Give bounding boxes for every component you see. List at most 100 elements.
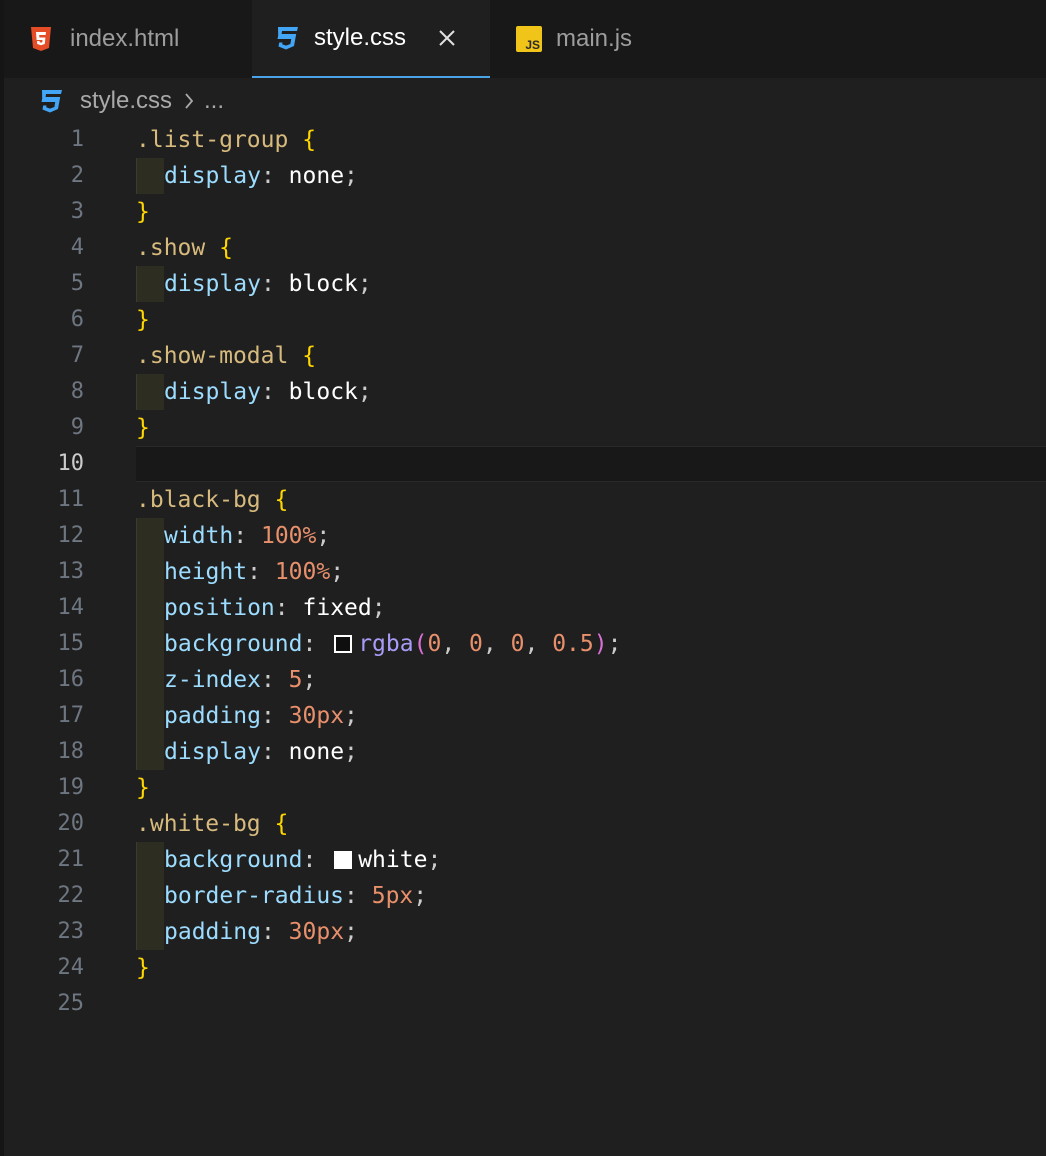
code-line[interactable]: 2 display: none; <box>4 158 1046 194</box>
code-line[interactable]: 11 .black-bg { <box>4 482 1046 518</box>
line-number: 12 <box>57 523 85 548</box>
tab-index-html[interactable]: index.html <box>4 0 252 78</box>
code-text: z-index: 5; <box>136 662 316 698</box>
code-text: display: none; <box>136 734 358 770</box>
line-number: 21 <box>57 847 85 872</box>
tab-label: style.css <box>314 24 407 51</box>
code-line[interactable]: 4 .show { <box>4 230 1046 266</box>
line-number: 17 <box>57 703 85 728</box>
css3-icon <box>41 90 62 113</box>
code-line[interactable]: 10 <box>4 446 1046 482</box>
line-number: 24 <box>57 955 85 980</box>
indent-guide <box>136 554 164 590</box>
code-line[interactable]: 22 border-radius: 5px; <box>4 878 1046 914</box>
code-line[interactable]: 9} <box>4 410 1046 446</box>
code-line[interactable]: 7 .show-modal { <box>4 338 1046 374</box>
line-number: 11 <box>57 487 85 512</box>
line-number: 3 <box>70 199 84 224</box>
code-text: padding: 30px; <box>136 914 358 950</box>
code-line[interactable]: 3} <box>4 194 1046 230</box>
code-line[interactable]: 18 display: none; <box>4 734 1046 770</box>
code-text: background: rgba(0, 0, 0, 0.5); <box>136 626 621 662</box>
code-line[interactable]: 1 .list-group { <box>4 122 1046 158</box>
indent-guide <box>136 518 164 554</box>
code-text: .black-bg { <box>136 487 289 513</box>
line-number: 18 <box>57 739 85 764</box>
line-number: 25 <box>57 991 85 1016</box>
line-number: 5 <box>70 271 84 296</box>
editor-window: index.html style.css JS main.js style.cs… <box>0 0 1046 1156</box>
indent-guide <box>136 734 164 770</box>
line-number: 9 <box>70 415 84 440</box>
code-text: width: 100%; <box>136 518 330 554</box>
line-number: 19 <box>57 775 85 800</box>
code-text: .white-bg { <box>136 811 289 837</box>
code-line[interactable]: 12 width: 100%; <box>4 518 1046 554</box>
code-text: .list-group { <box>136 127 317 153</box>
line-number: 23 <box>57 919 85 944</box>
color-swatch[interactable] <box>334 635 353 653</box>
line-number: 15 <box>57 631 85 656</box>
line-number: 1 <box>70 127 84 152</box>
tab-style-css[interactable]: style.css <box>252 0 490 78</box>
chevron-right-icon <box>185 93 194 109</box>
code-text: .show { <box>136 235 233 261</box>
breadcrumb-ellipsis[interactable]: ... <box>204 87 224 115</box>
line-number: 7 <box>70 343 84 368</box>
code-text: .show-modal { <box>136 343 317 369</box>
indent-guide <box>136 662 164 698</box>
indent-guide <box>136 698 164 734</box>
code-line[interactable]: 21 background: white; <box>4 842 1046 878</box>
code-text: } <box>136 415 150 441</box>
code-text: background: white; <box>136 842 441 878</box>
line-number: 14 <box>57 595 85 620</box>
line-number: 6 <box>70 307 84 332</box>
code-text: padding: 30px; <box>136 698 358 734</box>
breadcrumb-file[interactable]: style.css <box>80 87 172 115</box>
code-line[interactable]: 5 display: block; <box>4 266 1046 302</box>
code-text: height: 100%; <box>136 554 344 590</box>
code-line[interactable]: 23 padding: 30px; <box>4 914 1046 950</box>
html5-icon <box>31 27 51 51</box>
code-line[interactable]: 25 <box>4 986 1046 1022</box>
indent-guide <box>136 590 164 626</box>
code-text: display: block; <box>136 374 372 410</box>
line-number: 10 <box>57 451 85 476</box>
tab-label: main.js <box>556 25 633 52</box>
code-line[interactable]: 20 .white-bg { <box>4 806 1046 842</box>
color-swatch[interactable] <box>334 851 353 869</box>
code-line[interactable]: 6} <box>4 302 1046 338</box>
tab-main-js[interactable]: JS main.js <box>490 0 710 78</box>
tab-bar: index.html style.css JS main.js <box>4 0 1046 78</box>
code-text: } <box>136 199 150 225</box>
breadcrumb: style.css ... <box>38 84 224 118</box>
code-line[interactable]: 15 background: rgba(0, 0, 0, 0.5); <box>4 626 1046 662</box>
code-text: display: none; <box>136 158 358 194</box>
line-number: 13 <box>57 559 85 584</box>
code-line[interactable]: 13 height: 100%; <box>4 554 1046 590</box>
code-editor[interactable]: 1 .list-group {2 display: none; 3} 4 .show {5… <box>4 122 1046 1156</box>
line-number: 20 <box>57 811 85 836</box>
line-number: 22 <box>57 883 85 908</box>
line-number: 16 <box>57 667 85 692</box>
code-line[interactable]: 16 z-index: 5; <box>4 662 1046 698</box>
code-text: position: fixed; <box>136 590 386 626</box>
indent-guide <box>136 878 164 914</box>
code-text: } <box>136 775 150 801</box>
code-line[interactable]: 14 position: fixed; <box>4 590 1046 626</box>
code-text: border-radius: 5px; <box>136 878 427 914</box>
code-line[interactable]: 8 display: block; <box>4 374 1046 410</box>
close-icon[interactable] <box>434 25 460 51</box>
line-number: 4 <box>70 235 84 260</box>
code-line[interactable]: 24} <box>4 950 1046 986</box>
line-number: 2 <box>70 163 84 188</box>
code-line[interactable]: 19} <box>4 770 1046 806</box>
indent-guide <box>136 374 164 410</box>
css3-icon <box>277 27 298 50</box>
indent-guide <box>136 158 164 194</box>
javascript-icon: JS <box>516 26 542 52</box>
line-number: 8 <box>70 379 84 404</box>
code-text: } <box>136 955 150 981</box>
code-line[interactable]: 17 padding: 30px; <box>4 698 1046 734</box>
indent-guide <box>136 626 164 662</box>
